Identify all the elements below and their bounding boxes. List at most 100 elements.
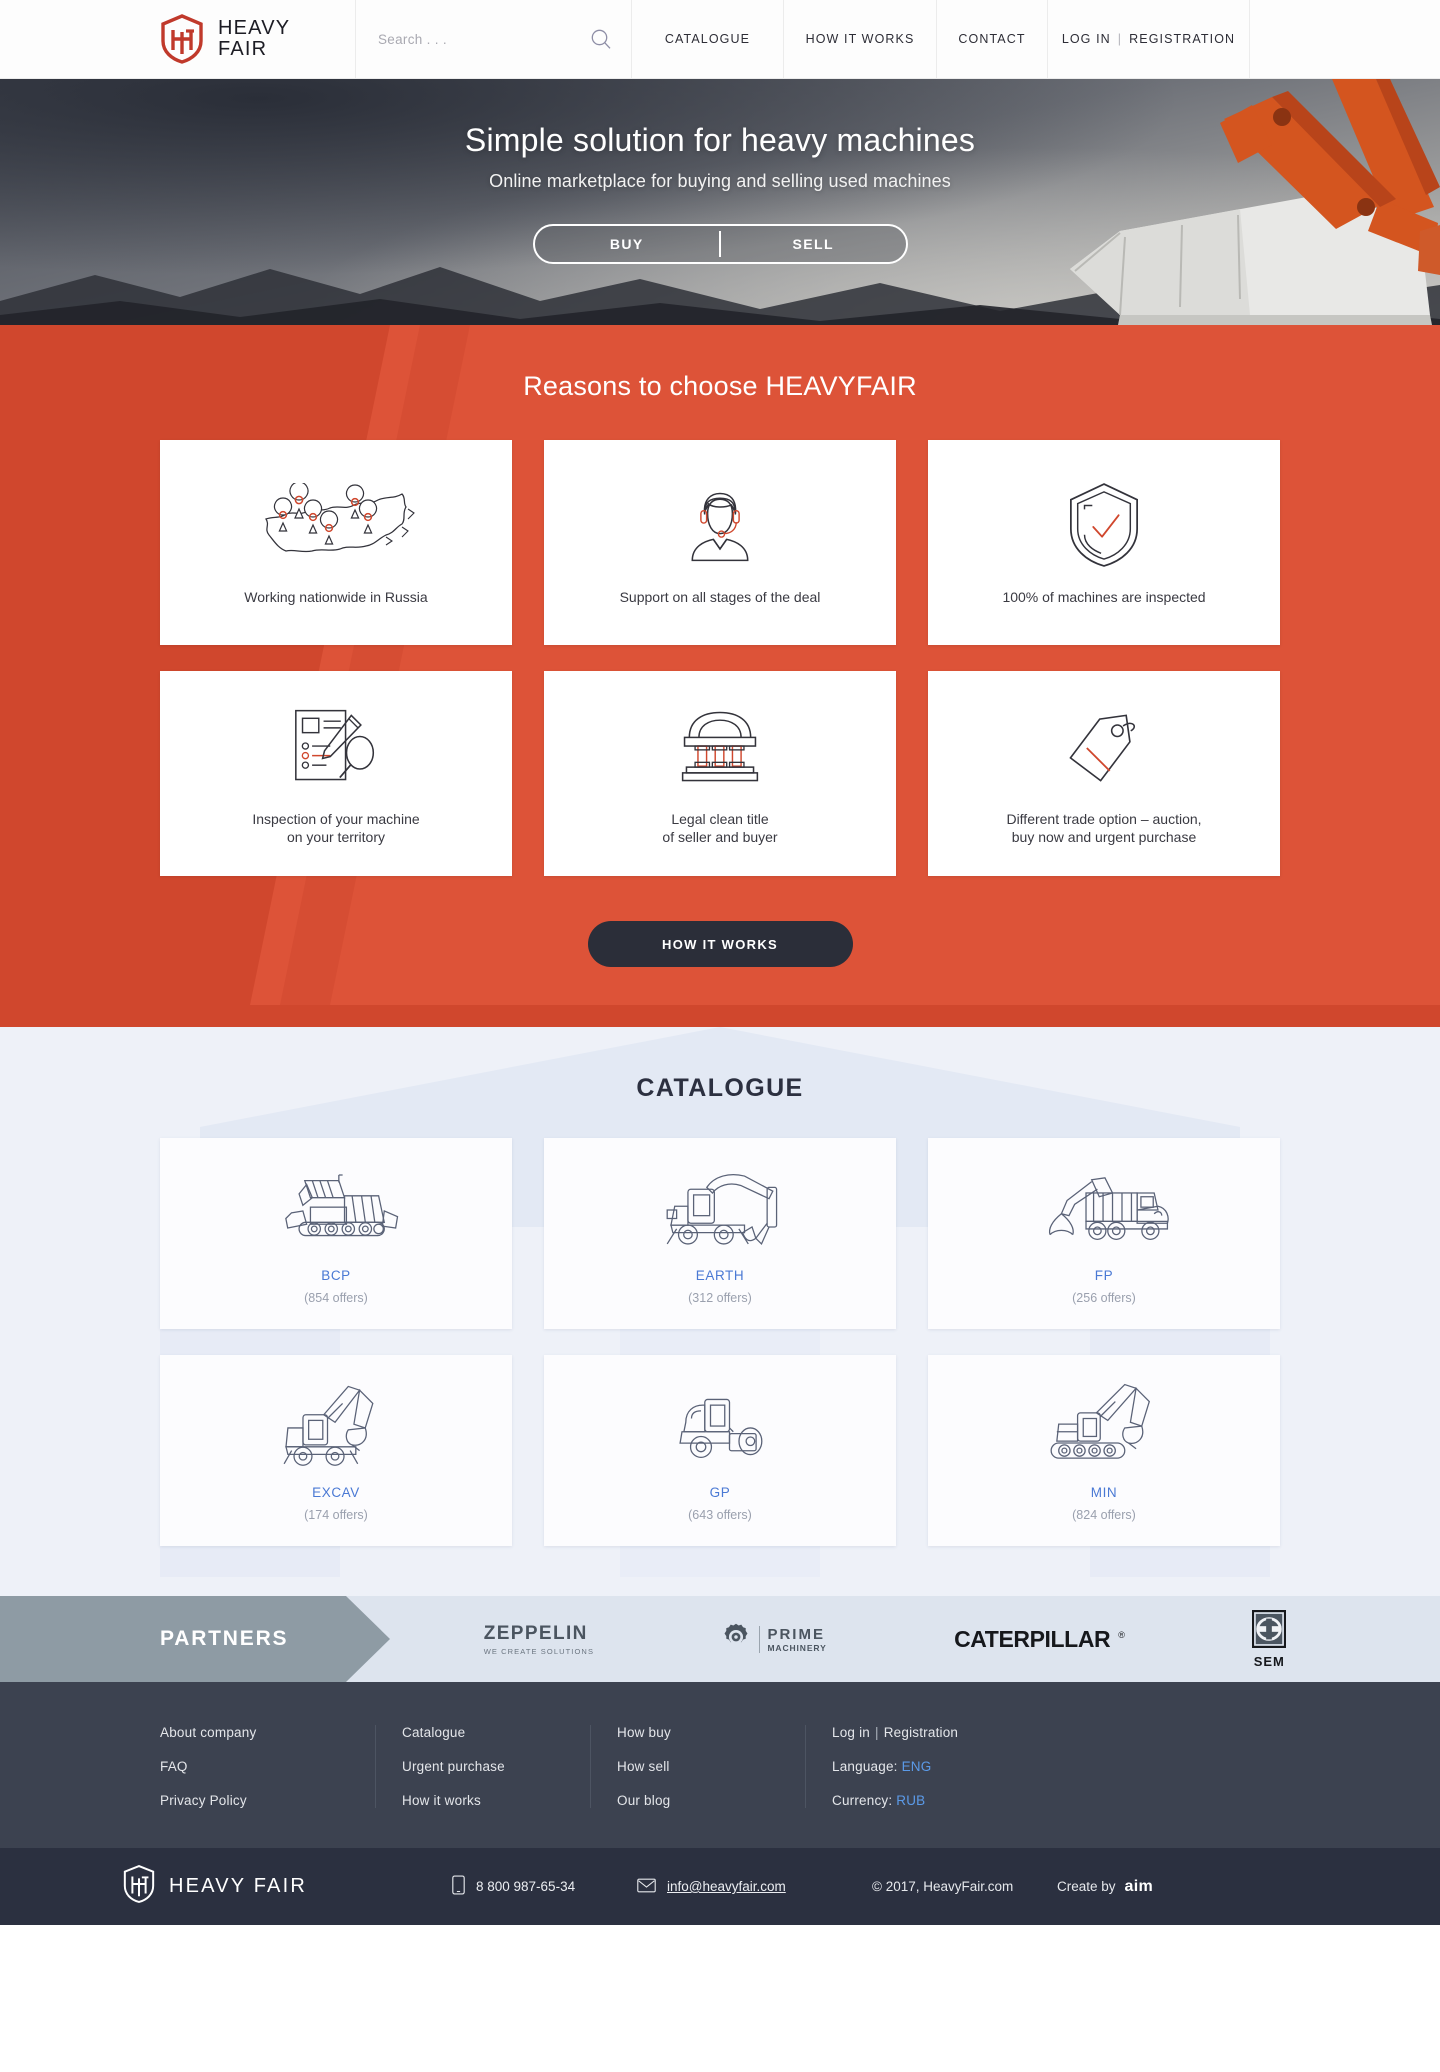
log-loader-truck-icon [1033,1162,1175,1258]
reason-card[interactable]: Legal clean title of seller and buyer [544,671,896,876]
site-header: HEAVY FAIR CATALOGUE HOW IT WORKS CONTAC… [0,0,1440,79]
reason-label: Inspection of your machine on your territ… [252,810,420,845]
footer-login-link[interactable]: Log in [832,1725,870,1740]
russia-map-pins-icon [256,479,416,571]
catalogue-card[interactable]: EARTH (312 offers) [544,1138,896,1329]
catalogue-card[interactable]: EXCAV (174 offers) [160,1355,512,1546]
footer-column-company: About company FAQ Privacy Policy [160,1725,375,1808]
gear-icon [721,1622,751,1657]
bottom-bar: HEAVY FAIR 8 800 987-65-34 info@heavyfai… [0,1848,1440,1925]
search-box[interactable] [355,0,632,78]
catalogue-card-offers: (643 offers) [688,1508,752,1522]
sem-logo-name: SEM [1253,1653,1285,1669]
footer-currency-value[interactable]: RUB [896,1793,925,1808]
buy-button[interactable]: BUY [535,226,720,262]
catalogue-card-offers: (312 offers) [688,1291,752,1305]
footer-link-how-buy[interactable]: How buy [617,1725,805,1740]
footer-link-our-blog[interactable]: Our blog [617,1793,805,1808]
reasons-section: Reasons to choose HEAVYFAIR Working nati… [0,325,1440,1027]
nav-item-contact[interactable]: CONTACT [937,0,1048,78]
partners-section: PARTNERS ZEPPELIN WE CREATE SOLUTIONS PR… [0,1596,1440,1682]
catalogue-card-name: GP [709,1485,731,1500]
hf-shield-logo-icon [122,1864,156,1909]
bulldozer-crawler-icon [265,1162,407,1258]
footer-currency-label: Currency: [832,1793,893,1808]
copyright-text: © 2017, HeavyFair.com [872,1879,1014,1894]
catalogue-card[interactable]: GP (643 offers) [544,1355,896,1546]
footer-auth-row[interactable]: Log in | Registration [832,1725,1280,1740]
zeppelin-logo-tagline: WE CREATE SOLUTIONS [483,1646,595,1656]
catalogue-card-name: EARTH [695,1268,745,1283]
hero-subtitle: Online marketplace for buying and sellin… [489,171,951,191]
footer-link-faq[interactable]: FAQ [160,1759,375,1774]
partners-title-banner: PARTNERS [0,1596,390,1682]
sem-logo[interactable]: SEM [1252,1609,1287,1669]
prime-logo-name: PRIME [767,1625,825,1643]
bottom-phone[interactable]: 8 800 987-65-34 [452,1875,637,1898]
reason-card[interactable]: 100% of machines are inspected [928,440,1280,645]
zeppelin-logo[interactable]: ZEPPELIN WE CREATE SOLUTIONS [484,1623,594,1656]
catalogue-card[interactable]: FP (256 offers) [928,1138,1280,1329]
catalogue-card-offers: (256 offers) [1072,1291,1136,1305]
registration-link[interactable]: REGISTRATION [1129,32,1235,46]
support-agent-headset-icon [677,479,763,571]
footer-link-catalogue[interactable]: Catalogue [402,1725,590,1740]
search-icon[interactable] [589,27,613,51]
bottom-phone-number: 8 800 987-65-34 [476,1879,576,1894]
nav-item-catalogue[interactable]: CATALOGUE [632,0,784,78]
nav-label-how-it-works: HOW IT WORKS [805,32,915,46]
create-by[interactable]: Create by aim [1057,1878,1153,1896]
catalogue-card[interactable]: MIN (824 offers) [928,1355,1280,1546]
footer-language-value[interactable]: ENG [902,1759,932,1774]
footer-link-urgent-purchase[interactable]: Urgent purchase [402,1759,590,1774]
how-it-works-cta-wrap: HOW IT WORKS [160,921,1280,967]
reason-label: 100% of machines are inspected [1002,588,1206,605]
nav-item-how-it-works[interactable]: HOW IT WORKS [784,0,937,78]
bottom-email[interactable]: info@heavyfair.com [637,1878,872,1896]
catalogue-card-grid: BCP (854 offers) EARTH (312 offers) FP (… [160,1138,1280,1546]
nav-label-catalogue: CATALOGUE [664,32,751,46]
catalogue-card-offers: (854 offers) [304,1291,368,1305]
catalogue-card-name: MIN [1090,1485,1118,1500]
catalogue-card-name: FP [1094,1268,1114,1283]
catalogue-card-name: EXCAV [312,1485,360,1500]
logo-text-line1: HEAVY [218,17,291,39]
caterpillar-registered-mark: ® [1118,1629,1125,1640]
aim-logo[interactable]: aim [1125,1878,1153,1896]
logo[interactable]: HEAVY FAIR [0,0,355,78]
bottom-email-address[interactable]: info@heavyfair.com [667,1879,786,1894]
reason-card[interactable]: Support on all stages of the deal [544,440,896,645]
catalogue-card-offers: (174 offers) [304,1508,368,1522]
sell-button[interactable]: SELL [721,226,906,262]
caterpillar-logo-name: CATERPILLAR [954,1625,1111,1652]
nav-item-auth[interactable]: LOG IN | REGISTRATION [1048,0,1250,78]
catalogue-section: CATALOGUE BCP (854 offers) EARTH (312 of… [0,1027,1440,1596]
mail-icon [637,1878,656,1896]
footer-language-row[interactable]: Language: ENG [832,1759,1280,1774]
buy-sell-toggle[interactable]: BUY SELL [532,224,908,264]
footer-currency-row[interactable]: Currency: RUB [832,1793,1280,1808]
footer-column-catalogue: Catalogue Urgent purchase How it works [375,1725,590,1808]
site-footer: About company FAQ Privacy Policy Catalog… [0,1682,1440,1848]
prime-machinery-logo[interactable]: PRIME MACHINERY [721,1622,826,1657]
bottom-logo[interactable]: HEAVY FAIR [122,1864,452,1909]
footer-link-how-it-works[interactable]: How it works [402,1793,590,1808]
catalogue-title: CATALOGUE [636,1074,804,1102]
crawler-excavator-icon [1037,1379,1171,1475]
footer-link-how-sell[interactable]: How sell [617,1759,805,1774]
reason-card[interactable]: Inspection of your machine on your territ… [160,671,512,876]
hero-section: Simple solution for heavy machines Onlin… [0,79,1440,325]
how-it-works-button[interactable]: HOW IT WORKS [587,921,853,967]
reason-card[interactable]: Different trade option – auction, buy now… [928,671,1280,876]
footer-registration-link[interactable]: Registration [884,1725,958,1740]
footer-language-label: Language: [832,1759,898,1774]
reason-card[interactable]: Working nationwide in Russia [160,440,512,645]
login-link[interactable]: LOG IN [1062,32,1111,46]
footer-link-privacy-policy[interactable]: Privacy Policy [160,1793,375,1808]
catalogue-card[interactable]: BCP (854 offers) [160,1138,512,1329]
caterpillar-logo[interactable]: CATERPILLAR ® [954,1626,1125,1653]
search-input[interactable] [378,31,581,47]
partners-title: PARTNERS [160,1627,289,1650]
footer-column-guides: How buy How sell Our blog [590,1725,805,1808]
footer-link-about-company[interactable]: About company [160,1725,375,1740]
